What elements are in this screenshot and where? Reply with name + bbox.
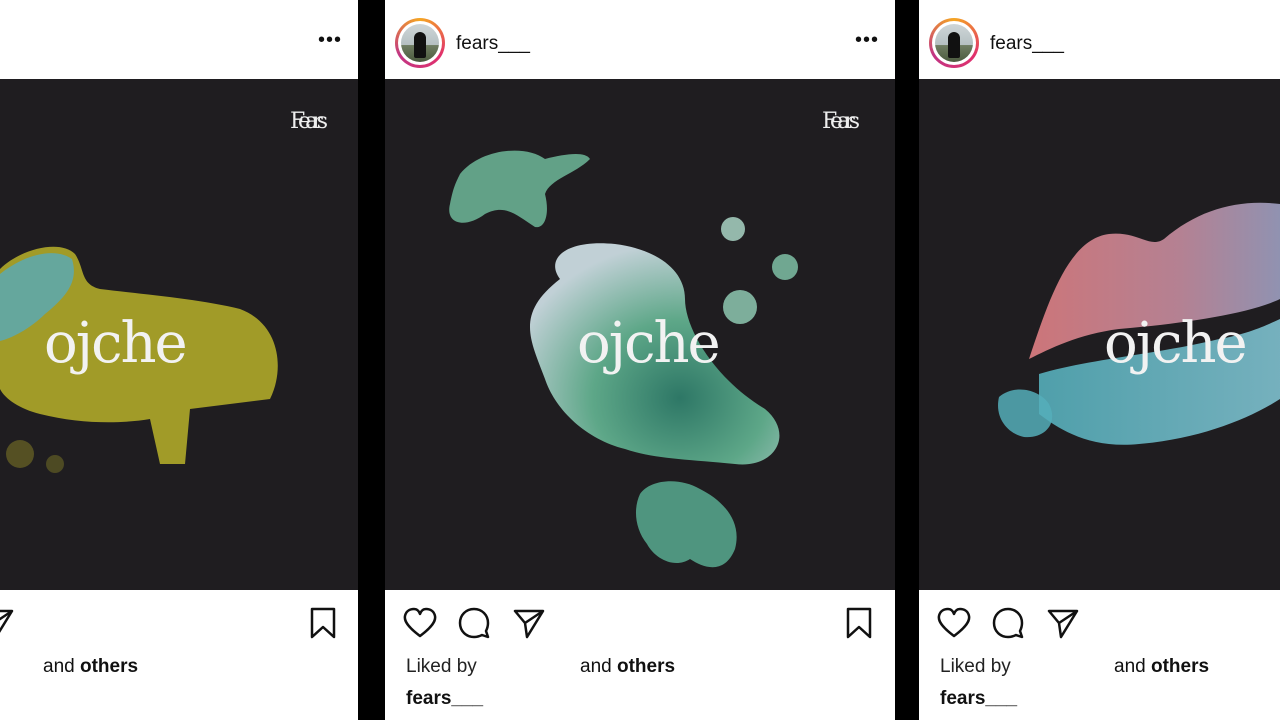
brand-logo-text: Fears bbox=[290, 109, 328, 134]
username-link[interactable]: fears___ bbox=[456, 33, 530, 55]
more-options-icon[interactable]: ••• bbox=[318, 30, 342, 50]
post-header: fears___ ••• bbox=[385, 0, 895, 79]
username-link[interactable]: fears___ bbox=[990, 33, 1064, 55]
post-image[interactable]: ojche Fears bbox=[385, 79, 895, 590]
comment-icon[interactable] bbox=[990, 605, 1026, 641]
post-card-3: fears___ ojche Liked by and others fears… bbox=[919, 0, 1280, 720]
post-image[interactable]: ojche Fears bbox=[0, 79, 358, 590]
bookmark-icon[interactable] bbox=[841, 605, 877, 641]
bookmark-icon[interactable] bbox=[305, 605, 341, 641]
liked-by-label: Liked by bbox=[940, 656, 1011, 677]
liked-by-label: Liked by bbox=[406, 656, 477, 677]
post-card-1: ••• ojche Fears and others bbox=[0, 0, 358, 720]
likes-summary: and others bbox=[580, 656, 675, 678]
others-link[interactable]: others bbox=[1151, 656, 1209, 677]
heart-icon[interactable] bbox=[402, 605, 438, 641]
wordmark-text: ojche bbox=[1104, 311, 1248, 376]
post-header: ••• bbox=[0, 0, 358, 79]
and-label: and bbox=[43, 656, 75, 677]
wordmark-text: ojche bbox=[44, 311, 188, 376]
caption-username[interactable]: fears___ bbox=[940, 688, 1017, 710]
comment-icon[interactable] bbox=[456, 605, 492, 641]
others-link[interactable]: others bbox=[617, 656, 675, 677]
share-icon[interactable] bbox=[0, 605, 16, 641]
avatar[interactable] bbox=[929, 18, 979, 68]
others-link[interactable]: others bbox=[80, 656, 138, 677]
wordmark-text: ojche bbox=[577, 311, 721, 376]
share-icon[interactable] bbox=[1045, 605, 1081, 641]
and-label: and bbox=[580, 656, 612, 677]
likes-summary: and others bbox=[1114, 656, 1209, 678]
and-label: and bbox=[1114, 656, 1146, 677]
more-options-icon[interactable]: ••• bbox=[855, 30, 879, 50]
avatar-image bbox=[935, 24, 973, 62]
post-card-2: fears___ ••• ojche Fears Liked by and ot… bbox=[385, 0, 895, 720]
avatar[interactable] bbox=[395, 18, 445, 68]
avatar-ring bbox=[932, 21, 976, 65]
avatar-image bbox=[401, 24, 439, 62]
avatar-ring bbox=[398, 21, 442, 65]
likes-summary: and others bbox=[43, 656, 138, 678]
heart-icon[interactable] bbox=[936, 605, 972, 641]
share-icon[interactable] bbox=[511, 605, 547, 641]
post-image[interactable]: ojche bbox=[919, 79, 1280, 590]
caption-username[interactable]: fears___ bbox=[406, 688, 483, 710]
post-header: fears___ bbox=[919, 0, 1280, 79]
brand-logo-text: Fears bbox=[822, 109, 860, 134]
